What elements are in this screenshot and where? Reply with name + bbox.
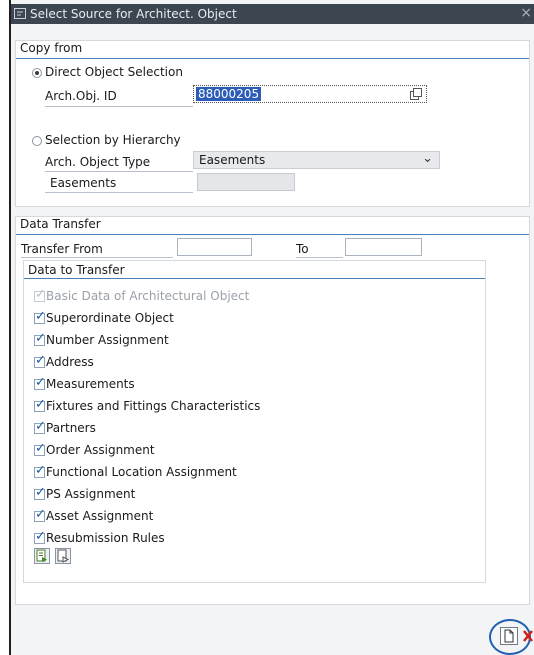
transfer-option-row[interactable]: ✓ Resubmission Rules [24,529,464,548]
easements-field [197,173,295,191]
checkmark-icon: ✓ [35,485,46,500]
direct-selection-label[interactable]: Direct Object Selection [45,65,183,79]
group-divider [16,234,529,235]
checkmark-icon: ✓ [35,353,46,368]
transfer-to-field[interactable] [345,238,422,256]
value-help-icon[interactable] [410,88,423,100]
transfer-option-row[interactable]: ✓ PS Assignment [24,485,464,504]
deselect-all-button[interactable] [55,548,71,564]
cancel-icon[interactable] [522,629,534,643]
checkmark-icon: ✓ [35,309,46,324]
select-all-icon [36,549,47,562]
close-icon[interactable]: × [520,5,532,21]
data-transfer-group: Data Transfer Transfer From To Data to T… [15,216,530,605]
checkmark-icon: ✓ [35,287,46,302]
transfer-option-row[interactable]: ✓ Asset Assignment [24,507,464,526]
arch-object-type-value: Easements [199,153,266,167]
arch-object-type-label: Arch. Object Type [45,155,151,169]
transfer-from-label: Transfer From [21,242,103,256]
transfer-option-label: Order Assignment [46,443,155,457]
transfer-option-checkbox[interactable]: ✓ [34,353,46,368]
checkmark-icon: ✓ [35,529,46,544]
deselect-all-icon [57,549,70,563]
transfer-option-checkbox[interactable]: ✓ [34,463,46,478]
transfer-option-checkbox[interactable]: ✓ [34,529,46,544]
subgroup-divider [24,278,485,279]
transfer-to-label: To [296,242,309,256]
transfer-option-checkbox[interactable]: ✓ [34,419,46,434]
transfer-option-label: Measurements [46,377,135,391]
checkmark-icon: ✓ [35,507,46,522]
transfer-option-label: Asset Assignment [46,509,154,523]
transfer-option-label: PS Assignment [46,487,136,501]
copy-from-group: Copy from Direct Object Selection Arch.O… [15,40,530,207]
group-divider [16,58,529,59]
arch-obj-id-label: Arch.Obj. ID [45,89,117,103]
transfer-option-label: Number Assignment [46,333,169,347]
transfer-option-row[interactable]: ✓ Number Assignment [24,331,464,350]
transfer-option-checkbox[interactable]: ✓ [34,309,46,324]
chevron-down-icon: ⌄ [422,151,433,166]
transfer-option-label: Superordinate Object [46,311,174,325]
transfer-option-label: Functional Location Assignment [46,465,237,479]
transfer-option-row[interactable]: ✓ Address [24,353,464,372]
checkmark-icon: ✓ [35,463,46,478]
transfer-option-checkbox[interactable]: ✓ [34,397,46,412]
dialog-titlebar: Select Source for Architect. Object × [11,4,534,24]
transfer-option-checkbox: ✓ [34,287,46,302]
transfer-option-row[interactable]: ✓ Partners [24,419,464,438]
select-all-button[interactable] [34,548,50,564]
label-underline [45,106,193,107]
arch-obj-id-field[interactable]: 88000205 [193,85,427,103]
data-to-transfer-subgroup: Data to Transfer ✓ Basic Data of Architec… [23,260,486,583]
transfer-option-row[interactable]: ✓ Measurements [24,375,464,394]
direct-selection-radio[interactable] [32,68,42,78]
easements-label: Easements [50,176,117,190]
label-underline [21,257,173,258]
transfer-option-label: Fixtures and Fittings Characteristics [46,399,261,413]
checkmark-icon: ✓ [35,331,46,346]
transfer-from-field[interactable] [177,238,252,256]
transfer-option-row[interactable]: ✓ Superordinate Object [24,309,464,328]
transfer-option-label: Resubmission Rules [46,531,165,545]
dialog-window: Select Source for Architect. Object × Co… [9,0,534,655]
transfer-option-checkbox[interactable]: ✓ [34,375,46,390]
label-underline [45,192,193,193]
checkmark-icon: ✓ [35,397,46,412]
dialog-title: Select Source for Architect. Object [30,7,237,21]
dialog-window-icon [14,8,26,19]
transfer-option-checkbox[interactable]: ✓ [34,485,46,500]
label-underline [45,171,193,172]
transfer-option-checkbox[interactable]: ✓ [34,441,46,456]
hierarchy-selection-radio[interactable] [32,136,42,146]
label-underline [296,257,343,258]
transfer-option-row[interactable]: ✓ Order Assignment [24,441,464,460]
transfer-option-label: Basic Data of Architectural Object [46,289,250,303]
hierarchy-selection-label[interactable]: Selection by Hierarchy [45,133,181,147]
transfer-option-row: ✓ Basic Data of Architectural Object [24,287,464,306]
transfer-option-label: Address [46,355,94,369]
checkmark-icon: ✓ [35,419,46,434]
checkmark-icon: ✓ [35,441,46,456]
transfer-option-row[interactable]: ✓ Functional Location Assignment [24,463,464,482]
copy-from-title: Copy from [20,41,83,55]
transfer-option-checkbox[interactable]: ✓ [34,507,46,522]
transfer-option-row[interactable]: ✓ Fixtures and Fittings Characteristics [24,397,464,416]
checkmark-icon: ✓ [35,375,46,390]
arch-object-type-select[interactable]: Easements ⌄ [193,151,440,169]
arch-obj-id-value: 88000205 [196,87,262,101]
data-to-transfer-title: Data to Transfer [28,263,125,277]
data-transfer-title: Data Transfer [20,217,101,231]
transfer-option-label: Partners [46,421,96,435]
transfer-option-checkbox[interactable]: ✓ [34,331,46,346]
